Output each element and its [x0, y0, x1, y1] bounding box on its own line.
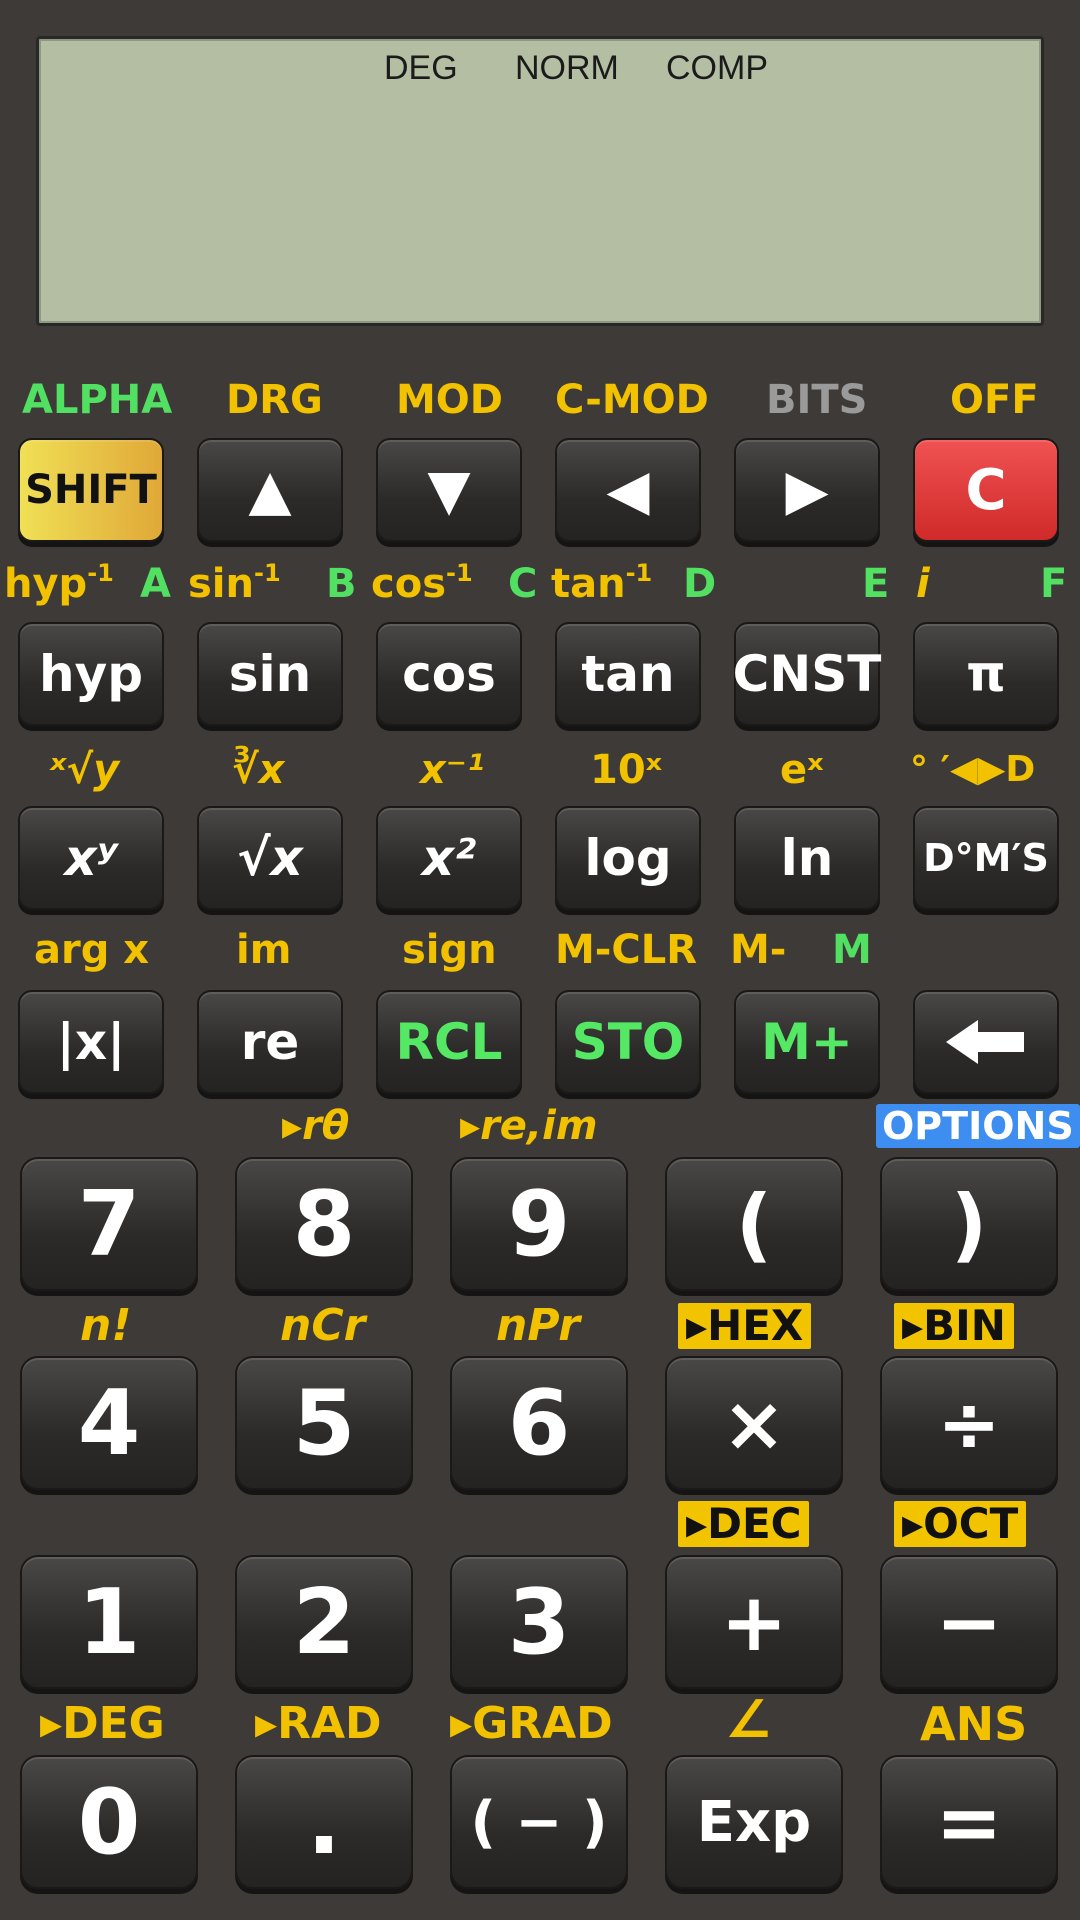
to-deg-label: ▸DEG — [40, 1698, 165, 1749]
im-label: im — [236, 927, 292, 973]
to-rectangular-label: ▸re,im — [460, 1103, 598, 1149]
square-root-button[interactable]: √x — [197, 806, 343, 910]
arccos-label: cos-1 — [371, 559, 473, 607]
to-oct-label: ▸OCT — [894, 1501, 1027, 1547]
square-button[interactable]: x² — [376, 806, 522, 910]
to-rad-label: ▸RAD — [255, 1698, 382, 1749]
imaginary-i-label: i — [916, 561, 930, 607]
arctan-label: tan-1 — [551, 559, 653, 607]
to-bin-label: ▸BIN — [894, 1303, 1014, 1349]
arg-x-label: arg x — [34, 927, 150, 973]
to-dec-label: ▸DEC — [678, 1501, 810, 1547]
hyp-button[interactable]: hyp — [18, 622, 164, 726]
backspace-button[interactable] — [913, 990, 1059, 1094]
alpha-f-label: F — [1040, 561, 1068, 607]
off-label: OFF — [950, 377, 1039, 423]
subtract-button[interactable]: − — [880, 1555, 1058, 1689]
alpha-d-label: D — [683, 561, 717, 607]
store-button[interactable]: STO — [555, 990, 701, 1094]
open-paren-button[interactable]: ( — [665, 1157, 843, 1291]
m-minus-label: M- — [730, 927, 787, 973]
digit-6-button[interactable]: 6 — [450, 1356, 628, 1490]
alpha-e-label: E — [862, 561, 890, 607]
dms-button[interactable]: D°M′S — [913, 806, 1059, 910]
recall-button[interactable]: RCL — [376, 990, 522, 1094]
to-hex-label: ▸HEX — [678, 1303, 812, 1349]
digit-7-button[interactable]: 7 — [20, 1157, 198, 1291]
digit-4-button[interactable]: 4 — [20, 1356, 198, 1490]
alpha-c-label: C — [508, 561, 538, 607]
dms-to-decimal-label: ° ′◀▶D — [910, 749, 1036, 790]
right-arrow-icon: ▶ — [785, 457, 829, 523]
decimal-point-button[interactable]: . — [235, 1755, 413, 1889]
digit-0-button[interactable]: 0 — [20, 1755, 198, 1889]
alpha-a-label: A — [140, 561, 171, 607]
cursor-down-button[interactable]: ▼ — [376, 438, 522, 542]
arcsin-label: sin-1 — [188, 559, 281, 607]
divide-button[interactable]: ÷ — [880, 1356, 1058, 1490]
add-button[interactable]: + — [665, 1555, 843, 1689]
reciprocal-label: x⁻¹ — [420, 747, 485, 793]
up-arrow-icon: ▲ — [248, 457, 292, 523]
drg-label: DRG — [226, 377, 323, 423]
sign-label: sign — [402, 927, 497, 973]
angle-icon: ∠ — [725, 1690, 772, 1750]
down-arrow-icon: ▼ — [427, 457, 471, 523]
shift-button[interactable]: SHIFT — [18, 438, 164, 542]
alpha-m-label: M — [832, 927, 872, 973]
angle-mode-indicator: DEG — [384, 49, 458, 87]
abs-button[interactable]: |x| — [18, 990, 164, 1094]
e-power-label: eˣ — [780, 747, 824, 793]
tan-button[interactable]: tan — [555, 622, 701, 726]
backspace-arrow-icon — [946, 1020, 1024, 1064]
to-grad-label: ▸GRAD — [450, 1698, 613, 1749]
log-button[interactable]: log — [555, 806, 701, 910]
npr-label: nPr — [496, 1300, 580, 1351]
digit-1-button[interactable]: 1 — [20, 1555, 198, 1689]
equals-button[interactable]: = — [880, 1755, 1058, 1889]
cos-button[interactable]: cos — [376, 622, 522, 726]
multiply-button[interactable]: × — [665, 1356, 843, 1490]
c-mod-label: C-MOD — [555, 377, 709, 423]
memory-plus-button[interactable]: M+ — [734, 990, 880, 1094]
m-clr-label: M-CLR — [555, 927, 698, 973]
constants-button[interactable]: CNST — [733, 622, 881, 726]
ans-label: ANS — [920, 1697, 1028, 1751]
power-button[interactable]: xʸ — [18, 806, 164, 910]
alpha-b-label: B — [326, 561, 357, 607]
sin-button[interactable]: sin — [197, 622, 343, 726]
negative-button[interactable]: ( − ) — [450, 1755, 628, 1889]
pi-button[interactable]: π — [913, 622, 1059, 726]
digit-9-button[interactable]: 9 — [450, 1157, 628, 1291]
cursor-right-button[interactable]: ▶ — [734, 438, 880, 542]
display-mode-indicator: NORM — [515, 49, 619, 87]
hyp-inverse-label: hyp-1 — [4, 559, 114, 607]
to-polar-label: ▸rθ — [282, 1103, 350, 1149]
factorial-label: n! — [80, 1300, 132, 1351]
digit-2-button[interactable]: 2 — [235, 1555, 413, 1689]
mod-label: MOD — [396, 377, 504, 423]
options-badge[interactable]: OPTIONS — [876, 1104, 1080, 1148]
left-arrow-icon: ◀ — [606, 457, 650, 523]
close-paren-button[interactable]: ) — [880, 1157, 1058, 1291]
exp-button[interactable]: Exp — [665, 1755, 843, 1889]
calculator-display: DEG NORM COMP — [36, 36, 1044, 326]
cursor-up-button[interactable]: ▲ — [197, 438, 343, 542]
digit-8-button[interactable]: 8 — [235, 1157, 413, 1291]
ln-button[interactable]: ln — [734, 806, 880, 910]
bits-label: BITS — [766, 377, 868, 423]
alpha-label: ALPHA — [22, 377, 173, 423]
digit-5-button[interactable]: 5 — [235, 1356, 413, 1490]
cube-root-label: ∛x — [232, 747, 285, 793]
ncr-label: nCr — [280, 1300, 366, 1351]
calc-mode-indicator: COMP — [666, 49, 768, 87]
re-button[interactable]: re — [197, 990, 343, 1094]
digit-3-button[interactable]: 3 — [450, 1555, 628, 1689]
xth-root-label: ˣ√y — [50, 747, 120, 793]
display-status-bar: DEG NORM COMP — [39, 49, 1041, 89]
clear-button[interactable]: C — [913, 438, 1059, 542]
ten-power-label: 10ˣ — [590, 747, 663, 793]
cursor-left-button[interactable]: ◀ — [555, 438, 701, 542]
